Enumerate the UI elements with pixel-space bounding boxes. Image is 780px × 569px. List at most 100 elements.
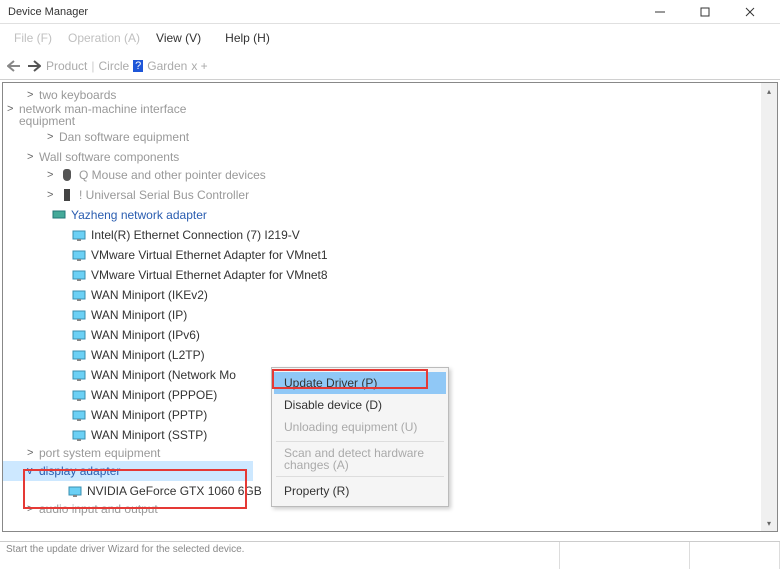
node-label: Yazheng network adapter	[71, 208, 207, 222]
ctx-update-driver[interactable]: Update Driver (P)	[274, 372, 446, 394]
node-label: VMware Virtual Ethernet Adapter for VMne…	[91, 248, 328, 262]
network-adapter-icon	[71, 367, 87, 383]
node-label: WAN Miniport (L2TP)	[91, 348, 205, 362]
window-controls	[637, 0, 772, 24]
node-label: WAN Miniport (SSTP)	[91, 428, 207, 442]
node-label: network man-machine interface equipment	[19, 103, 199, 127]
usb-icon	[59, 187, 75, 203]
toolbar-extra: x +	[191, 59, 207, 73]
forward-button[interactable]	[26, 58, 42, 74]
node-label: Q Mouse and other pointer devices	[79, 168, 266, 182]
network-adapter-icon	[71, 347, 87, 363]
menu-help[interactable]: Help (H)	[217, 31, 278, 45]
expander-icon[interactable]: >	[47, 169, 57, 181]
node-label: WAN Miniport (IP)	[91, 308, 187, 322]
close-button[interactable]	[727, 0, 772, 24]
expander-icon[interactable]: >	[47, 189, 57, 201]
tree-node-net-item[interactable]: WAN Miniport (IPv6)	[3, 325, 777, 345]
tree-node-net-item[interactable]: WAN Miniport (IKEv2)	[3, 285, 777, 305]
node-label: WAN Miniport (IKEv2)	[91, 288, 208, 302]
network-adapter-icon	[71, 407, 87, 423]
maximize-button[interactable]	[682, 0, 727, 24]
expander-icon[interactable]: >	[47, 131, 57, 143]
network-adapter-icon	[71, 247, 87, 263]
status-cell-2	[560, 542, 690, 569]
tree-node-net-item[interactable]: Intel(R) Ethernet Connection (7) I219-V	[3, 225, 777, 245]
menu-file[interactable]: File (F)	[6, 31, 60, 45]
ctx-label: Unloading equipment (U)	[284, 420, 417, 434]
tree-node-usb[interactable]: > ! Universal Serial Bus Controller	[3, 185, 777, 205]
device-tree-container: > two keyboards > network man-machine in…	[2, 82, 778, 532]
node-label: WAN Miniport (PPPOE)	[91, 388, 217, 402]
toolbar-product: Product	[46, 59, 87, 73]
toolbar-garden: Garden	[147, 59, 187, 73]
network-adapter-icon	[71, 267, 87, 283]
titlebar: Device Manager	[0, 0, 780, 24]
window-title: Device Manager	[8, 6, 637, 18]
expander-icon[interactable]: >	[27, 151, 37, 163]
node-label: VMware Virtual Ethernet Adapter for VMne…	[91, 268, 328, 282]
ctx-label: Update Driver (P)	[284, 376, 377, 390]
node-label: Wall software components	[39, 150, 179, 164]
network-adapter-icon	[71, 307, 87, 323]
tree-node-net-item[interactable]: WAN Miniport (IP)	[3, 305, 777, 325]
back-button[interactable]	[6, 58, 22, 74]
toolbar-circle: Circle	[98, 59, 129, 73]
network-adapter-icon	[71, 427, 87, 443]
ctx-scan[interactable]: Scan and detect hardware changes (A)	[274, 445, 446, 473]
node-label: WAN Miniport (Network Mo	[91, 368, 236, 382]
status-cell-3	[690, 542, 780, 569]
tree-node-network-mmi[interactable]: > network man-machine interface equipmen…	[3, 103, 777, 129]
minimize-button[interactable]	[637, 0, 682, 24]
ctx-unload[interactable]: Unloading equipment (U)	[274, 416, 446, 438]
node-label: two keyboards	[39, 88, 116, 102]
ctx-separator	[276, 476, 444, 477]
scroll-down-button[interactable]: ▾	[761, 515, 777, 531]
status-text: Start the update driver Wizard for the s…	[0, 542, 560, 569]
node-label: WAN Miniport (IPv6)	[91, 328, 200, 342]
tree-node-net-item[interactable]: VMware Virtual Ethernet Adapter for VMne…	[3, 265, 777, 285]
node-label: port system equipment	[39, 446, 160, 460]
network-adapter-icon	[71, 287, 87, 303]
node-label: Intel(R) Ethernet Connection (7) I219-V	[91, 228, 300, 242]
node-label: audio input and output	[39, 502, 158, 516]
ctx-label: Scan and detect hardware changes (A)	[284, 446, 424, 472]
menubar: File (F) Operation (A) View (V) Help (H)	[0, 24, 780, 52]
menu-operation[interactable]: Operation (A)	[60, 31, 148, 45]
display-adapter-icon	[67, 483, 83, 499]
node-label: ! Universal Serial Bus Controller	[79, 188, 249, 202]
ctx-label: Property (R)	[284, 484, 349, 498]
tree-node-yazheng[interactable]: Yazheng network adapter	[3, 205, 777, 225]
toolbar: Product | Circle ? Garden x +	[0, 52, 780, 80]
tree-node-display-adapter[interactable]: v display adapter	[3, 461, 253, 481]
ctx-label: Disable device (D)	[284, 398, 382, 412]
node-label: display adapter	[39, 464, 120, 478]
vertical-scrollbar[interactable]: ▴ ▾	[761, 83, 777, 531]
node-label: WAN Miniport (PPTP)	[91, 408, 207, 422]
expander-icon[interactable]: >	[27, 503, 37, 515]
context-menu: Update Driver (P) Disable device (D) Unl…	[271, 367, 449, 507]
expander-icon[interactable]: >	[7, 103, 17, 115]
expander-icon[interactable]: >	[27, 447, 37, 459]
tree-node-wall-software[interactable]: > Wall software components	[3, 149, 777, 165]
network-adapter-icon	[71, 387, 87, 403]
statusbar: Start the update driver Wizard for the s…	[0, 541, 780, 569]
tree-node-dan-software[interactable]: > Dan software equipment	[3, 129, 777, 145]
ctx-separator	[276, 441, 444, 442]
tree-node-net-item[interactable]: VMware Virtual Ethernet Adapter for VMne…	[3, 245, 777, 265]
node-label: Dan software equipment	[59, 130, 189, 144]
ctx-property[interactable]: Property (R)	[274, 480, 446, 502]
node-label: NVIDIA GeForce GTX 1060 6GB	[87, 484, 262, 498]
tree-node-keyboards[interactable]: > two keyboards	[3, 87, 777, 103]
tree-node-net-item[interactable]: WAN Miniport (L2TP)	[3, 345, 777, 365]
network-adapter-icon	[71, 327, 87, 343]
expander-icon[interactable]: v	[27, 465, 37, 477]
ctx-disable-device[interactable]: Disable device (D)	[274, 394, 446, 416]
toolbar-help-icon[interactable]: ?	[133, 60, 143, 72]
expander-icon[interactable]: >	[27, 89, 37, 101]
scroll-up-button[interactable]: ▴	[761, 83, 777, 99]
adapter-icon	[51, 207, 67, 223]
tree-node-mouse[interactable]: > Q Mouse and other pointer devices	[3, 165, 777, 185]
menu-view[interactable]: View (V)	[148, 31, 209, 45]
network-adapter-icon	[71, 227, 87, 243]
